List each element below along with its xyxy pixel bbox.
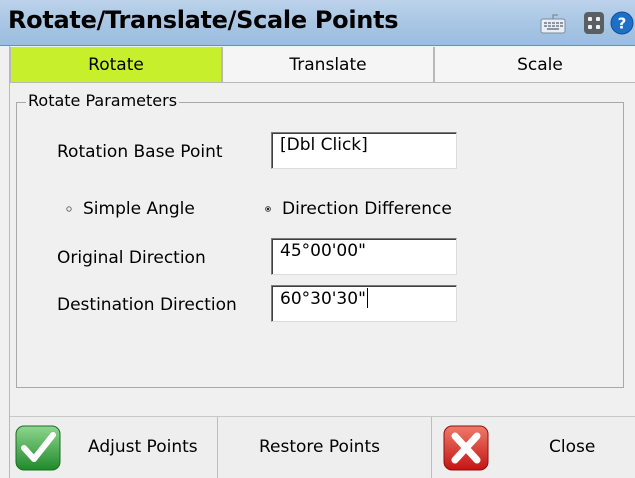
original-direction-label: Original Direction xyxy=(57,248,206,268)
destination-direction-label: Destination Direction xyxy=(57,295,237,315)
calculator-icon[interactable] xyxy=(583,11,605,35)
restore-points-label: Restore Points xyxy=(259,437,380,457)
window-left-border xyxy=(9,46,10,478)
group-label: Rotate Parameters xyxy=(26,91,180,111)
simple-angle-radio[interactable]: Simple Angle xyxy=(63,199,195,219)
keyboard-icon[interactable] xyxy=(540,11,566,35)
close-x-icon xyxy=(443,425,489,471)
window-title: Rotate/Translate/Scale Points xyxy=(8,6,399,34)
close-label: Close xyxy=(549,437,596,457)
destination-direction-value: 60°30'30" xyxy=(280,289,366,309)
bottom-button-bar: Adjust Points Restore Points Close xyxy=(10,416,635,478)
tab-rotate[interactable]: Rotate xyxy=(10,47,222,83)
checkmark-icon xyxy=(15,425,61,471)
rotation-base-point-field[interactable]: [Dbl Click] xyxy=(271,132,457,169)
tab-scale[interactable]: Scale xyxy=(434,47,635,83)
destination-direction-field[interactable]: 60°30'30" xyxy=(271,285,457,322)
direction-difference-radio[interactable]: Direction Difference xyxy=(262,199,452,219)
help-icon[interactable]: ? xyxy=(610,11,634,35)
tab-bar: Rotate Translate Scale xyxy=(10,47,635,83)
direction-difference-label: Direction Difference xyxy=(282,199,452,219)
rotation-base-point-label: Rotation Base Point xyxy=(57,142,223,162)
simple-angle-label: Simple Angle xyxy=(83,199,195,219)
adjust-points-button[interactable]: Adjust Points xyxy=(10,417,218,478)
adjust-points-label: Adjust Points xyxy=(88,437,198,457)
text-caret xyxy=(366,288,368,308)
tab-translate[interactable]: Translate xyxy=(222,47,434,83)
svg-text:?: ? xyxy=(618,15,627,33)
restore-points-button[interactable]: Restore Points xyxy=(218,417,432,478)
original-direction-field[interactable]: 45°00'00" xyxy=(271,238,457,275)
title-bar: Rotate/Translate/Scale Points ? xyxy=(0,0,635,46)
close-button[interactable]: Close xyxy=(432,417,635,478)
radio-selected-icon xyxy=(265,206,271,212)
radio-unselected-icon xyxy=(66,206,72,212)
